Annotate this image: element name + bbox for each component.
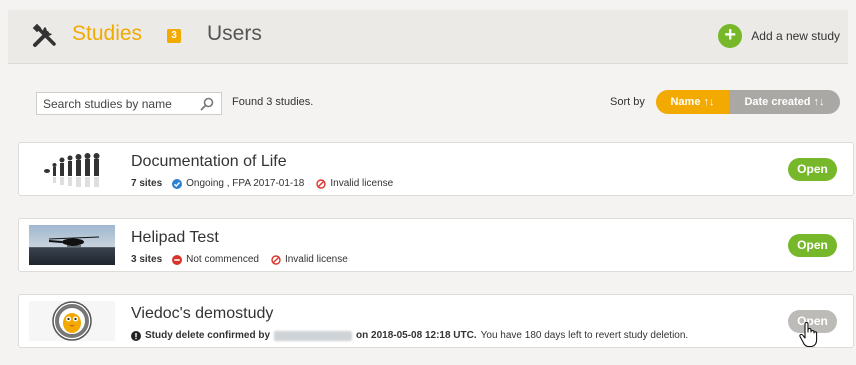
studies-count-badge: 3: [167, 29, 181, 43]
sort-toggle: Name ↑↓ Date created ↑↓: [656, 90, 840, 114]
study-thumbnail: [29, 225, 115, 265]
notice-suffix: You have 180 days left to revert study d…: [480, 330, 689, 341]
study-card: Helipad Test 3 sites Not commenced Inval…: [18, 218, 854, 272]
notice-prefix: Study delete confirmed by: [145, 330, 271, 341]
tools-icon: [32, 23, 56, 47]
studies-page: Studies 3 Users + Add a new study Found …: [0, 0, 856, 365]
notice-date: on 2018-05-08 12:18 UTC.: [356, 330, 477, 341]
search-input[interactable]: [37, 96, 193, 111]
tab-studies[interactable]: Studies: [72, 22, 142, 46]
study-card: Documentation of Life 7 sites Ongoing , …: [18, 142, 854, 196]
study-title: Documentation of Life: [131, 153, 287, 170]
sort-by-name-button[interactable]: Name ↑↓: [656, 90, 729, 114]
top-header: Studies 3 Users + Add a new study: [8, 10, 848, 64]
check-circle-icon: [172, 178, 183, 189]
forbidden-icon: [316, 178, 327, 189]
study-thumbnail: [29, 149, 115, 189]
minus-circle-icon: [172, 254, 183, 265]
info-circle-icon: [131, 330, 141, 341]
sites-count: 7 sites: [131, 178, 163, 189]
add-study-button[interactable]: + Add a new study: [718, 24, 840, 48]
results-count: Found 3 studies.: [232, 96, 314, 108]
license-status: Invalid license: [284, 254, 348, 265]
study-status: Ongoing , FPA 2017-01-18: [186, 178, 305, 189]
sort-by-date-button[interactable]: Date created ↑↓: [729, 90, 840, 114]
add-study-label: Add a new study: [751, 29, 840, 43]
sort-label: Sort by: [610, 96, 645, 108]
open-study-button[interactable]: Open: [788, 158, 837, 181]
hand-pointer-icon: [799, 322, 818, 348]
search-icon[interactable]: [200, 97, 214, 111]
search-box: [36, 92, 222, 115]
study-card: Viedoc's demostudy Study delete confirme…: [18, 294, 854, 348]
sites-count: 3 sites: [131, 254, 163, 265]
study-thumbnail: [29, 301, 115, 341]
redacted-user-name: [274, 330, 353, 341]
plus-icon: +: [718, 24, 743, 48]
forbidden-icon: [271, 254, 281, 265]
open-study-button[interactable]: Open: [788, 234, 837, 257]
study-meta: 3 sites Not commenced Invalid license: [131, 254, 360, 265]
study-title: Helipad Test: [131, 229, 219, 246]
tab-users[interactable]: Users: [207, 22, 262, 46]
deletion-notice: Study delete confirmed by on 2018-05-08 …: [131, 330, 688, 341]
study-meta: 7 sites Ongoing , FPA 2017-01-18 Invalid…: [131, 178, 405, 189]
study-title: Viedoc's demostudy: [131, 305, 274, 322]
license-status: Invalid license: [330, 178, 394, 189]
study-status: Not commenced: [186, 254, 259, 265]
